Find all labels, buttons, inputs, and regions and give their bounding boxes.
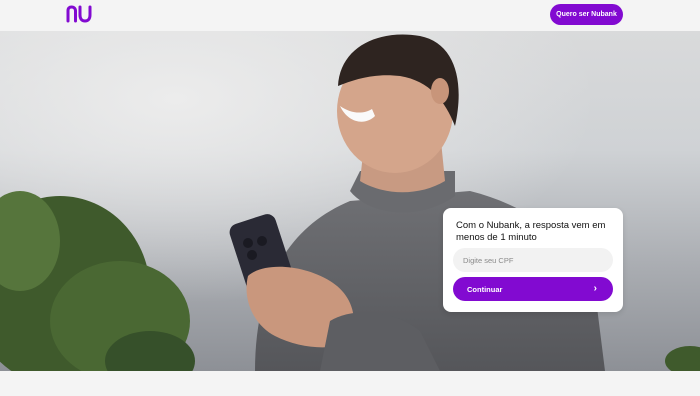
cpf-input[interactable]	[453, 248, 613, 272]
page-footer-strip	[0, 371, 700, 396]
card-title: Com o Nubank, a resposta vem em menos de…	[456, 220, 606, 243]
become-customer-button[interactable]: Quero ser Nubank	[550, 4, 623, 25]
nubank-logo[interactable]	[66, 5, 96, 23]
continue-button[interactable]: Continuar ›	[453, 277, 613, 301]
hero-banner	[0, 31, 700, 371]
continue-label: Continuar	[467, 284, 503, 294]
chevron-right-icon: ›	[593, 283, 597, 294]
top-navigation-bar: Quero ser Nubank	[0, 0, 700, 31]
hero-photo	[0, 31, 700, 371]
cpf-signup-card: Com o Nubank, a resposta vem em menos de…	[443, 208, 623, 312]
